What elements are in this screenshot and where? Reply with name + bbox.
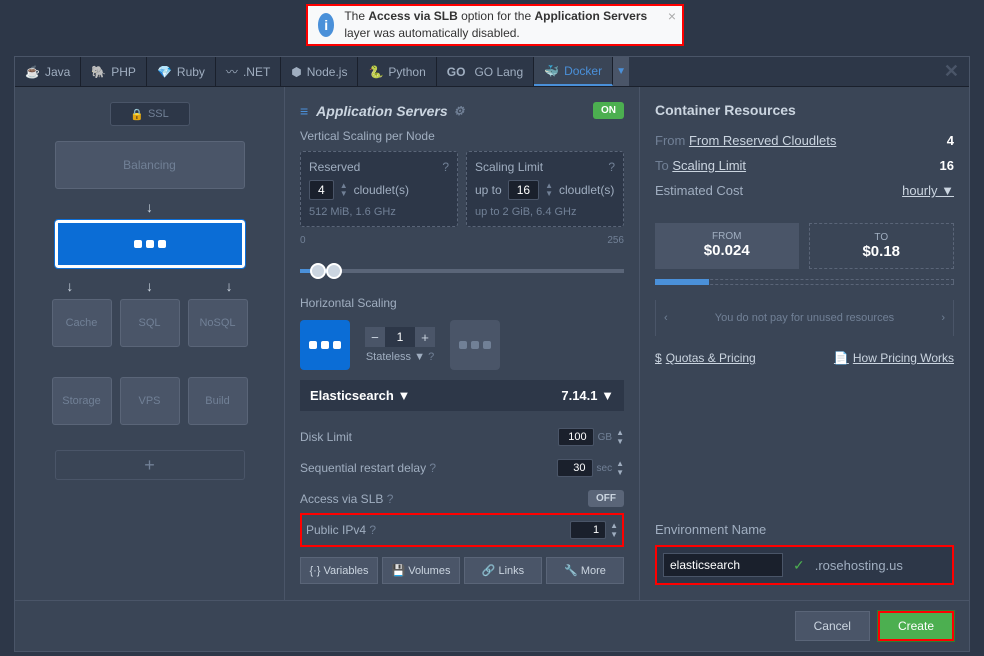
- quotas-link[interactable]: $Quotas & Pricing: [655, 351, 756, 365]
- stepper-icon[interactable]: ▲▼: [545, 182, 553, 198]
- tab-java[interactable]: ☕Java: [15, 57, 81, 86]
- close-window-icon[interactable]: ✕: [944, 61, 959, 82]
- limit-box: Scaling Limit? up to16▲▼cloudlet(s) up t…: [466, 151, 624, 227]
- tab-ruby[interactable]: 💎Ruby: [147, 57, 216, 86]
- restart-delay-row: Sequential restart delay ? 30sec▲▼: [300, 452, 624, 483]
- disk-limit-row: Disk Limit 100GB▲▼: [300, 421, 624, 452]
- hscale-minus[interactable]: −: [365, 327, 385, 347]
- ruby-icon: 💎: [157, 65, 172, 79]
- go-icon: GO: [447, 65, 466, 79]
- stepper-icon[interactable]: ▲▼: [616, 428, 624, 446]
- help-icon[interactable]: ?: [442, 160, 449, 174]
- dotnet-icon: 〰: [226, 63, 238, 80]
- info-icon: i: [318, 13, 334, 37]
- python-icon: 🐍: [368, 65, 383, 79]
- cancel-button[interactable]: Cancel: [795, 611, 870, 641]
- hscale-label: Horizontal Scaling: [300, 296, 624, 310]
- restart-input[interactable]: 30: [557, 459, 593, 477]
- appserver-node[interactable]: [55, 220, 245, 268]
- cloudlet-slider[interactable]: [300, 261, 624, 281]
- tab-go[interactable]: GOGO Lang: [437, 57, 534, 86]
- variables-button[interactable]: {·} Variables: [300, 557, 378, 584]
- php-icon: 🐘: [91, 65, 106, 79]
- tab-nodejs[interactable]: ⬢Node.js: [281, 57, 358, 86]
- env-name-label: Environment Name: [655, 522, 954, 537]
- tech-select[interactable]: Elasticsearch ▼ 7.14.1 ▼: [300, 380, 624, 411]
- links-button[interactable]: 🔗 Links: [464, 557, 542, 584]
- hscale-plus[interactable]: +: [415, 327, 435, 347]
- gear-icon[interactable]: ⚙: [454, 104, 465, 118]
- chevron-right-icon[interactable]: ›: [933, 312, 953, 324]
- footer: Cancel Create: [15, 600, 969, 651]
- reserved-input[interactable]: 4: [309, 180, 334, 200]
- language-tabs: ☕Java 🐘PHP 💎Ruby 〰.NET ⬢Node.js 🐍Python …: [15, 57, 969, 87]
- storage-node[interactable]: Storage: [52, 377, 112, 425]
- sql-node[interactable]: SQL: [120, 299, 180, 347]
- close-icon[interactable]: ×: [668, 8, 676, 24]
- limit-input[interactable]: 16: [508, 180, 539, 200]
- doc-icon: 📄: [834, 351, 849, 365]
- resources-title: Container Resources: [655, 102, 954, 118]
- tab-php[interactable]: 🐘PHP: [81, 57, 147, 86]
- arrows-row: ↓↓↓: [30, 278, 269, 294]
- tab-python[interactable]: 🐍Python: [358, 57, 436, 86]
- cost-bar: [655, 279, 954, 285]
- notification-bar: i The Access via SLB option for the Appl…: [306, 4, 684, 46]
- java-icon: ☕: [25, 65, 40, 79]
- ssl-button[interactable]: 🔒 SSL: [110, 102, 190, 126]
- build-node[interactable]: Build: [188, 377, 248, 425]
- cache-node[interactable]: Cache: [52, 299, 112, 347]
- slb-row: Access via SLB ? OFF: [300, 483, 624, 513]
- docker-icon: 🐳: [544, 64, 559, 78]
- dollar-icon: $: [655, 351, 662, 365]
- env-domain: .rosehosting.us: [815, 558, 903, 573]
- vscale-label: Vertical Scaling per Node: [300, 129, 624, 143]
- env-name-input[interactable]: [663, 553, 783, 577]
- balancing-node[interactable]: Balancing: [55, 141, 245, 189]
- arrow-down-icon: ↓: [30, 199, 269, 215]
- pricing-link[interactable]: 📄How Pricing Works: [834, 351, 954, 365]
- add-node-button[interactable]: +: [55, 450, 245, 480]
- appserver-toggle[interactable]: ON: [593, 102, 624, 119]
- stepper-icon[interactable]: ▲▼: [610, 521, 618, 539]
- check-icon: ✓: [793, 557, 805, 574]
- slb-toggle[interactable]: OFF: [588, 490, 624, 507]
- chevron-left-icon[interactable]: ‹: [656, 312, 676, 324]
- disk-input[interactable]: 100: [558, 428, 594, 446]
- cost-period-select[interactable]: hourly ▼: [902, 183, 954, 198]
- cost-to: TO$0.18: [809, 223, 955, 269]
- ipv4-row: Public IPv4 ? 1▲▼: [300, 513, 624, 547]
- cost-from: FROM$0.024: [655, 223, 799, 269]
- nosql-node[interactable]: NoSQL: [188, 299, 248, 347]
- hscale-value[interactable]: 1: [385, 327, 415, 347]
- content-area: 🔒 SSL Balancing ↓ ↓↓↓ Cache SQL NoSQL St…: [15, 87, 969, 600]
- stepper-icon[interactable]: ▲▼: [340, 182, 348, 198]
- nodejs-icon: ⬢: [291, 65, 301, 79]
- config-panel: ≡Application Servers⚙ ON Vertical Scalin…: [285, 87, 639, 600]
- reserved-cloudlets-link[interactable]: From Reserved Cloudlets: [689, 133, 836, 148]
- hscale-active-node[interactable]: [300, 320, 350, 370]
- section-title: ≡Application Servers⚙: [300, 103, 464, 119]
- hamburger-icon[interactable]: ≡: [300, 103, 308, 119]
- tab-docker[interactable]: 🐳Docker: [534, 57, 613, 86]
- volumes-button[interactable]: 💾 Volumes: [382, 557, 460, 584]
- ipv4-input[interactable]: 1: [570, 521, 606, 539]
- resources-panel: Container Resources From From Reserved C…: [639, 87, 969, 600]
- hscale-mode-select[interactable]: Stateless ▼ ?: [366, 351, 434, 363]
- tab-dropdown[interactable]: ▼: [613, 57, 629, 86]
- scaling-limit-link[interactable]: Scaling Limit: [672, 158, 746, 173]
- env-input-row: ✓ .rosehosting.us: [655, 545, 954, 585]
- topology-panel: 🔒 SSL Balancing ↓ ↓↓↓ Cache SQL NoSQL St…: [15, 87, 285, 600]
- stepper-icon[interactable]: ▲▼: [616, 459, 624, 477]
- help-icon[interactable]: ?: [608, 160, 615, 174]
- reserved-box: Reserved? 4▲▼cloudlet(s) 512 MiB, 1.6 GH…: [300, 151, 458, 227]
- hscale-inactive-node[interactable]: [450, 320, 500, 370]
- more-button[interactable]: 🔧 More: [546, 557, 624, 584]
- notification-text: The Access via SLB option for the Applic…: [344, 8, 672, 42]
- main-window: ☕Java 🐘PHP 💎Ruby 〰.NET ⬢Node.js 🐍Python …: [14, 56, 970, 652]
- tab-dotnet[interactable]: 〰.NET: [216, 57, 281, 86]
- vps-node[interactable]: VPS: [120, 377, 180, 425]
- create-button[interactable]: Create: [878, 611, 954, 641]
- cost-note: ‹ You do not pay for unused resources ›: [655, 300, 954, 336]
